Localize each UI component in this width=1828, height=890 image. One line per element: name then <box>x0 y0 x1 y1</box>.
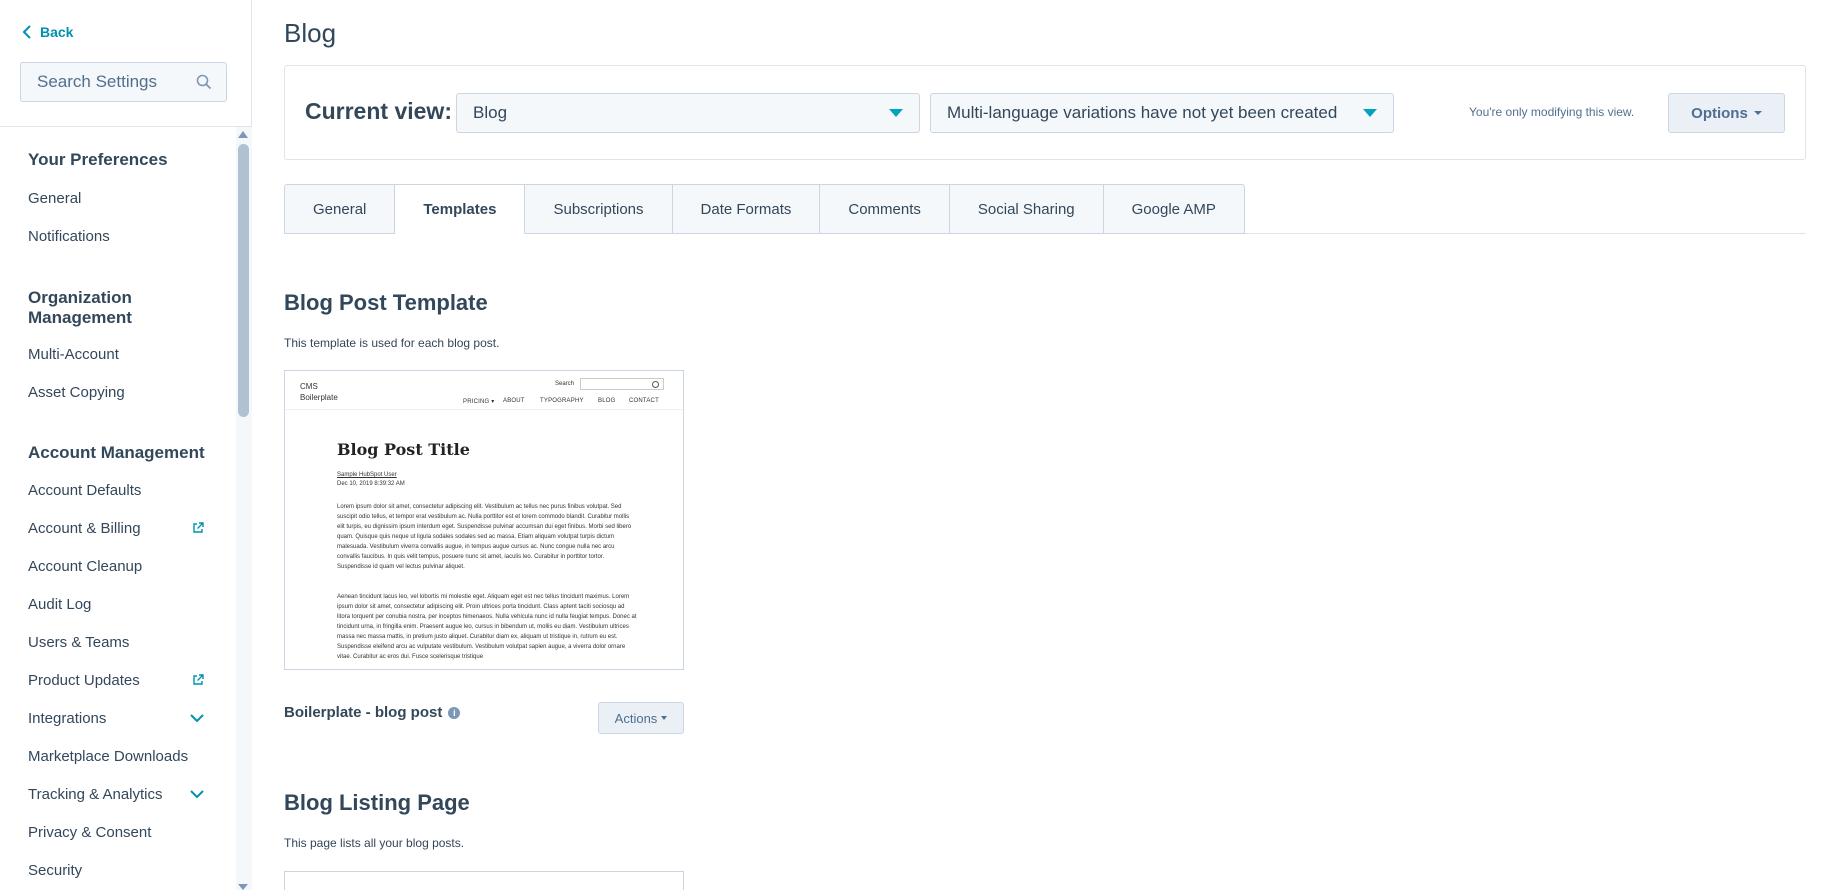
group-title-account-management: Account Management <box>28 443 205 462</box>
sidebar-item-product-updates[interactable]: Product Updates <box>28 669 204 691</box>
back-link[interactable]: Back <box>22 24 73 40</box>
sidebar-item-tracking-analytics[interactable]: Tracking & Analytics <box>28 783 204 805</box>
caret-down-icon <box>1753 111 1762 115</box>
sidebar-item-integrations[interactable]: Integrations <box>28 707 204 729</box>
sidebar-item-account-billing[interactable]: Account & Billing <box>28 517 204 539</box>
scroll-up-arrow-icon[interactable] <box>238 131 248 138</box>
sidebar-item-label: Account & Billing <box>28 519 141 537</box>
sidebar-item-label: Account Cleanup <box>28 557 143 575</box>
chevron-left-icon <box>22 25 31 39</box>
preview-post-title: Blog Post Title <box>337 440 470 459</box>
preview-nav-pricing: PRICING ▾ <box>463 399 495 405</box>
tab-general[interactable]: General <box>284 184 396 234</box>
preview-logo-line2: Boilerplate <box>300 393 338 402</box>
preview-nav-contact: CONTACT <box>629 398 659 404</box>
chevron-down-icon[interactable] <box>190 789 204 799</box>
chevron-down-icon[interactable] <box>190 713 204 723</box>
language-select-value: Multi-language variations have not yet b… <box>947 103 1338 122</box>
tab-subscriptions[interactable]: Subscriptions <box>525 184 673 234</box>
blog-listing-page-description: This page lists all your blog posts. <box>284 836 465 850</box>
sidebar-item-label: Integrations <box>28 709 107 727</box>
sidebar-item-notifications[interactable]: Notifications <box>28 225 204 247</box>
actions-button[interactable]: Actions <box>598 702 684 734</box>
caret-down-icon <box>661 716 668 720</box>
search-settings-box[interactable] <box>20 62 227 102</box>
settings-tabs: General Templates Subscriptions Date For… <box>284 184 1245 234</box>
group-title-your-preferences: Your Preferences <box>28 150 168 169</box>
preview-paragraph-1: Lorem ipsum dolor sit amet, consectetur … <box>337 504 632 570</box>
actions-label: Actions <box>614 710 658 726</box>
sidebar-item-label: Tracking & Analytics <box>28 785 163 803</box>
preview-search-label: Search <box>555 381 575 387</box>
tab-comments[interactable]: Comments <box>820 184 950 234</box>
sidebar-item-audit-log[interactable]: Audit Log <box>28 593 204 615</box>
tab-date-formats[interactable]: Date Formats <box>672 184 821 234</box>
tab-templates[interactable]: Templates <box>395 184 526 234</box>
group-title-organization-management: Organization Management <box>28 288 132 327</box>
settings-sidebar: Back Your Preferences General Notificati… <box>0 0 252 890</box>
sidebar-item-users-teams[interactable]: Users & Teams <box>28 631 204 653</box>
view-select[interactable]: Blog <box>456 93 920 133</box>
scrollbar-thumb[interactable] <box>238 144 249 417</box>
preview-nav-typography: TYPOGRAPHY <box>540 398 584 404</box>
options-button[interactable]: Options <box>1668 93 1785 133</box>
blog-listing-template-preview[interactable] <box>284 871 684 890</box>
tab-google-amp[interactable]: Google AMP <box>1103 184 1245 234</box>
sidebar-item-security[interactable]: Security <box>28 859 204 881</box>
template-name-label: Boilerplate - blog post <box>284 704 443 721</box>
current-view-label: Current view: <box>305 98 452 124</box>
current-view-bar: Current view: Blog Multi-language variat… <box>284 65 1806 160</box>
external-link-icon <box>193 522 204 533</box>
blog-post-template-description: This template is used for each blog post… <box>284 336 500 350</box>
view-select-value: Blog <box>473 103 508 122</box>
language-select[interactable]: Multi-language variations have not yet b… <box>930 93 1394 133</box>
sidebar-item-privacy-consent[interactable]: Privacy & Consent <box>28 821 204 843</box>
preview-date: Dec 10, 2019 8:39:32 AM <box>337 481 405 487</box>
preview-logo-line1: CMS <box>300 382 318 391</box>
blog-post-template-preview[interactable]: CMS Boilerplate Search PRICING ▾ ABOUT T… <box>284 370 684 670</box>
blog-listing-page-title: Blog Listing Page <box>284 790 470 815</box>
preview-search-box <box>580 378 664 390</box>
sidebar-item-multi-account[interactable]: Multi-Account <box>28 343 204 365</box>
info-icon[interactable]: i <box>448 706 461 719</box>
sidebar-item-account-cleanup[interactable]: Account Cleanup <box>28 555 204 577</box>
back-label: Back <box>40 24 74 40</box>
sidebar-item-label: Security <box>28 861 83 879</box>
caret-down-icon <box>889 109 903 117</box>
blog-post-template-title: Blog Post Template <box>284 290 488 315</box>
preview-author: Sample HubSpot User <box>337 472 397 478</box>
search-icon[interactable] <box>196 74 212 90</box>
modifying-note: You're only modifying this view. <box>1469 105 1635 119</box>
search-settings-input[interactable] <box>37 72 187 92</box>
sidebar-item-label: Product Updates <box>28 671 140 689</box>
preview-nav-about: ABOUT <box>503 398 525 404</box>
sidebar-nav: Your Preferences General Notifications O… <box>0 127 236 890</box>
template-name: Boilerplate - blog post i <box>284 704 461 721</box>
sidebar-item-account-defaults[interactable]: Account Defaults <box>28 479 204 501</box>
options-label: Options <box>1691 104 1748 122</box>
tab-social-sharing[interactable]: Social Sharing <box>949 184 1104 234</box>
preview-logo: CMS Boilerplate <box>300 381 338 403</box>
sidebar-item-label: Audit Log <box>28 595 92 613</box>
sidebar-item-label: Users & Teams <box>28 633 130 651</box>
preview-paragraph-2: Aenean tincidunt lacus leo, vel lobortis… <box>337 594 637 660</box>
sidebar-item-general[interactable]: General <box>28 187 204 209</box>
sidebar-item-asset-copying[interactable]: Asset Copying <box>28 381 204 403</box>
sidebar-item-label: Account Defaults <box>28 481 142 499</box>
page-title: Blog <box>284 18 337 48</box>
sidebar-item-label: Privacy & Consent <box>28 823 152 841</box>
preview-nav-blog: BLOG <box>598 398 616 404</box>
sidebar-item-marketplace-downloads[interactable]: Marketplace Downloads <box>28 745 204 767</box>
scroll-down-arrow-icon[interactable] <box>238 884 248 890</box>
sidebar-item-label: Marketplace Downloads <box>28 747 189 765</box>
external-link-icon <box>193 674 204 685</box>
caret-down-icon <box>1363 109 1377 117</box>
